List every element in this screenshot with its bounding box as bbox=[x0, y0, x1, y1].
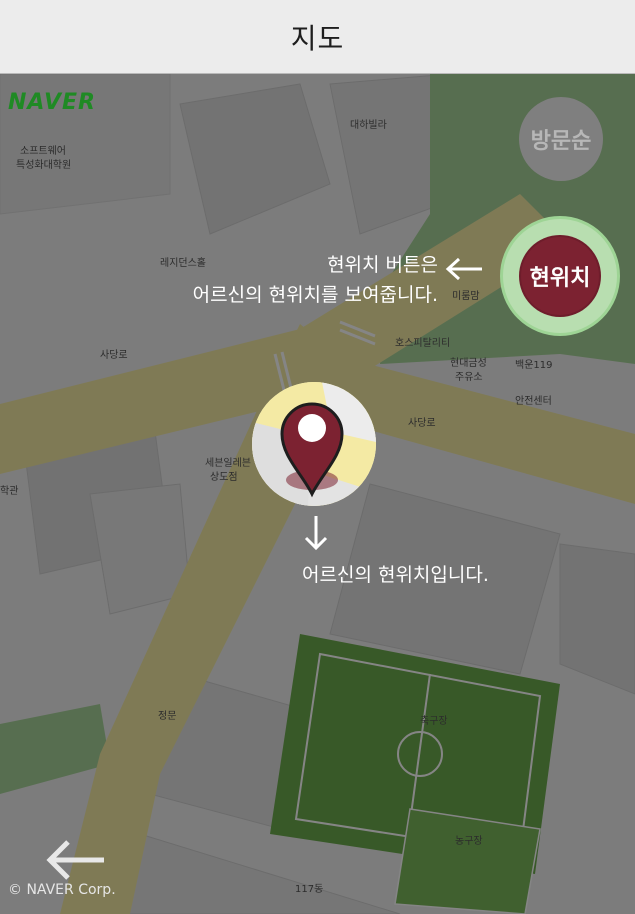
map-copyright: © NAVER Corp. bbox=[8, 882, 116, 898]
arrow-down-icon bbox=[304, 516, 328, 551]
marker-map-crop bbox=[252, 382, 376, 506]
current-location-marker bbox=[252, 382, 376, 506]
marker-caption: 어르신의 현위치입니다. bbox=[302, 564, 489, 586]
location-button-caption-line1: 현위치 버튼은 bbox=[327, 254, 438, 276]
visit-order-label: 방문순 bbox=[530, 129, 592, 154]
naver-logo: NAVER bbox=[8, 90, 96, 115]
back-arrow-icon[interactable] bbox=[44, 838, 110, 882]
location-button-caption-line2: 어르신의 현위치를 보여줍니다. bbox=[192, 284, 438, 306]
current-location-label: 현위치 bbox=[529, 266, 591, 291]
visit-order-button[interactable]: 방문순 bbox=[519, 97, 603, 181]
current-location-button[interactable]: 현위치 bbox=[521, 237, 599, 315]
current-location-button-highlight: 현위치 bbox=[500, 216, 620, 336]
arrow-left-icon bbox=[445, 257, 482, 281]
location-pin-icon bbox=[280, 402, 344, 498]
app-header: 지도 bbox=[0, 0, 635, 74]
page-title: 지도 bbox=[290, 21, 345, 55]
location-button-caption: 현위치 버튼은 어르신의 현위치를 보여줍니다. bbox=[120, 250, 438, 310]
